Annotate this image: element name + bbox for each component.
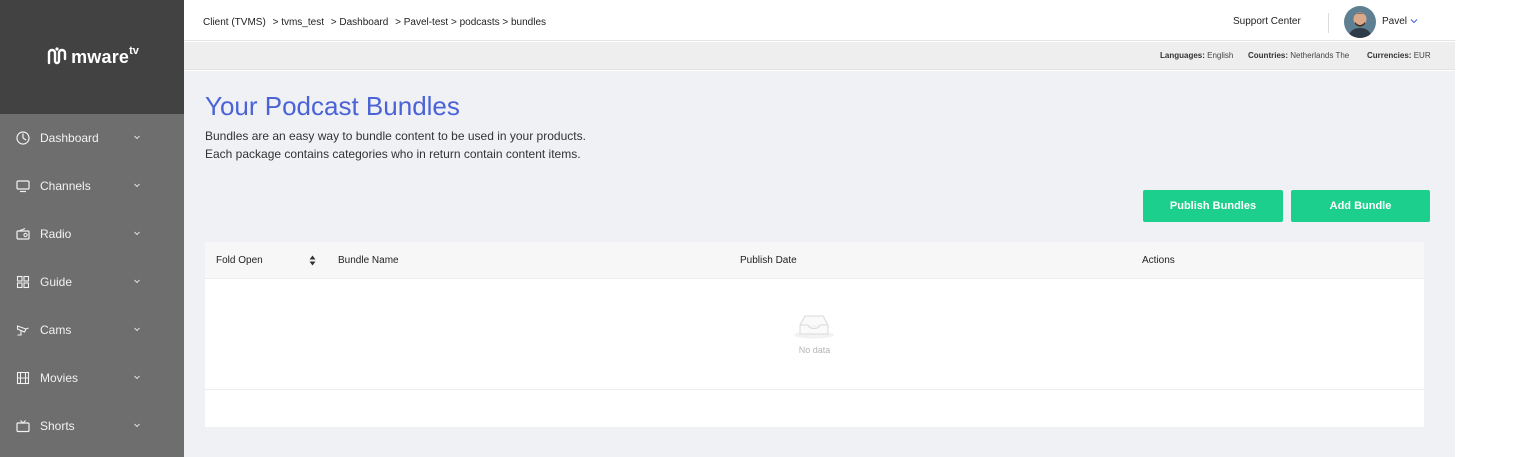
column-header-bundle-name: Bundle Name	[338, 255, 399, 266]
sidebar-nav: Dashboard Channels Radio Guide Cams Movi…	[0, 114, 184, 450]
sidebar-item-label: Channels	[40, 179, 91, 193]
sidebar-item-dashboard[interactable]: Dashboard	[0, 114, 184, 162]
grid-icon	[16, 275, 30, 289]
empty-text: No data	[798, 345, 831, 355]
film-icon	[16, 371, 30, 385]
table-header: Fold Open Bundle Name Publish Date Actio…	[205, 242, 1424, 279]
monitor-icon	[16, 179, 30, 193]
brand-name: mware	[71, 46, 130, 67]
dashboard-icon	[16, 131, 30, 145]
sidebar-item-shorts[interactable]: Shorts	[0, 402, 184, 450]
chevron-down-icon	[134, 183, 140, 188]
add-bundle-button[interactable]: Add Bundle	[1291, 190, 1430, 222]
sidebar: mware tv Dashboard Channels Radio Guide …	[0, 0, 184, 457]
sidebar-item-channels[interactable]: Channels	[0, 162, 184, 210]
sidebar-item-label: Shorts	[40, 419, 75, 433]
sidebar-item-radio[interactable]: Radio	[0, 210, 184, 258]
user-name[interactable]: Pavel	[1382, 16, 1407, 27]
brand-suffix: tv	[129, 45, 139, 57]
description-line: Bundles are an easy way to bundle conten…	[205, 129, 586, 143]
countries-info[interactable]: Countries: Netherlands The	[1248, 51, 1349, 60]
languages-info[interactable]: Languages: English	[1160, 51, 1233, 60]
top-bar: Client (TVMS) > tvms_test > Dashboard > …	[184, 0, 1455, 41]
chevron-down-icon	[134, 423, 140, 428]
chevron-down-icon	[134, 327, 140, 332]
chevron-down-icon	[134, 375, 140, 380]
sidebar-item-label: Radio	[40, 227, 72, 241]
chevron-down-icon	[134, 135, 140, 140]
app-root: mware tv Dashboard Channels Radio Guide …	[0, 0, 1519, 457]
chevron-down-icon	[134, 279, 140, 284]
breadcrumb-tenant[interactable]: > tvms_test	[273, 17, 324, 28]
sidebar-item-cams[interactable]: Cams	[0, 306, 184, 354]
chevron-down-icon	[134, 231, 140, 236]
breadcrumb-client[interactable]: Client (TVMS)	[203, 17, 266, 28]
camera-icon	[16, 323, 30, 337]
tv-icon	[16, 419, 30, 433]
header-divider	[1328, 13, 1329, 33]
page-description: Bundles are an easy way to bundle conten…	[205, 127, 586, 163]
description-line: Each package contains categories who in …	[205, 147, 581, 161]
empty-inbox-icon	[794, 315, 834, 339]
currencies-info[interactable]: Currencies: EUR	[1367, 51, 1431, 60]
logo-area: mware tv	[0, 0, 184, 114]
publish-bundles-button[interactable]: Publish Bundles	[1143, 190, 1283, 222]
breadcrumb-dashboard[interactable]: > Dashboard	[331, 17, 389, 28]
countries-label: Countries:	[1248, 51, 1288, 60]
languages-value: English	[1207, 51, 1234, 60]
column-header-actions: Actions	[1142, 255, 1175, 266]
avatar[interactable]	[1344, 6, 1376, 38]
sidebar-item-label: Guide	[40, 275, 73, 289]
countries-value: Netherlands The	[1290, 51, 1350, 60]
sidebar-item-movies[interactable]: Movies	[0, 354, 184, 402]
breadcrumb: Client (TVMS) > tvms_test > Dashboard > …	[203, 17, 550, 28]
table-empty-state: No data	[205, 279, 1424, 390]
sort-icon[interactable]	[309, 255, 316, 266]
sidebar-item-guide[interactable]: Guide	[0, 258, 184, 306]
locale-bar: Languages: English Countries: Netherland…	[184, 42, 1455, 70]
column-header-publish-date: Publish Date	[740, 255, 797, 266]
currencies-label: Currencies:	[1367, 51, 1412, 60]
sidebar-item-label: Cams	[40, 323, 72, 337]
brand-logo[interactable]: mware tv	[45, 45, 139, 69]
currencies-value: EUR	[1413, 51, 1431, 60]
radio-icon	[16, 227, 30, 241]
column-header-fold-open[interactable]: Fold Open	[216, 255, 263, 266]
main-content: Your Podcast Bundles Bundles are an easy…	[184, 71, 1455, 457]
sidebar-item-label: Dashboard	[40, 131, 99, 145]
right-gutter	[1455, 0, 1519, 457]
bundles-table: Fold Open Bundle Name Publish Date Actio…	[205, 242, 1424, 427]
support-center-link[interactable]: Support Center	[1233, 16, 1301, 27]
chevron-down-icon[interactable]	[1410, 17, 1418, 25]
languages-label: Languages:	[1160, 51, 1205, 60]
sidebar-item-label: Movies	[40, 371, 79, 385]
page-title: Your Podcast Bundles	[205, 91, 460, 121]
breadcrumb-path[interactable]: > Pavel-test > podcasts > bundles	[395, 17, 546, 28]
mware-logo-icon	[47, 47, 67, 65]
